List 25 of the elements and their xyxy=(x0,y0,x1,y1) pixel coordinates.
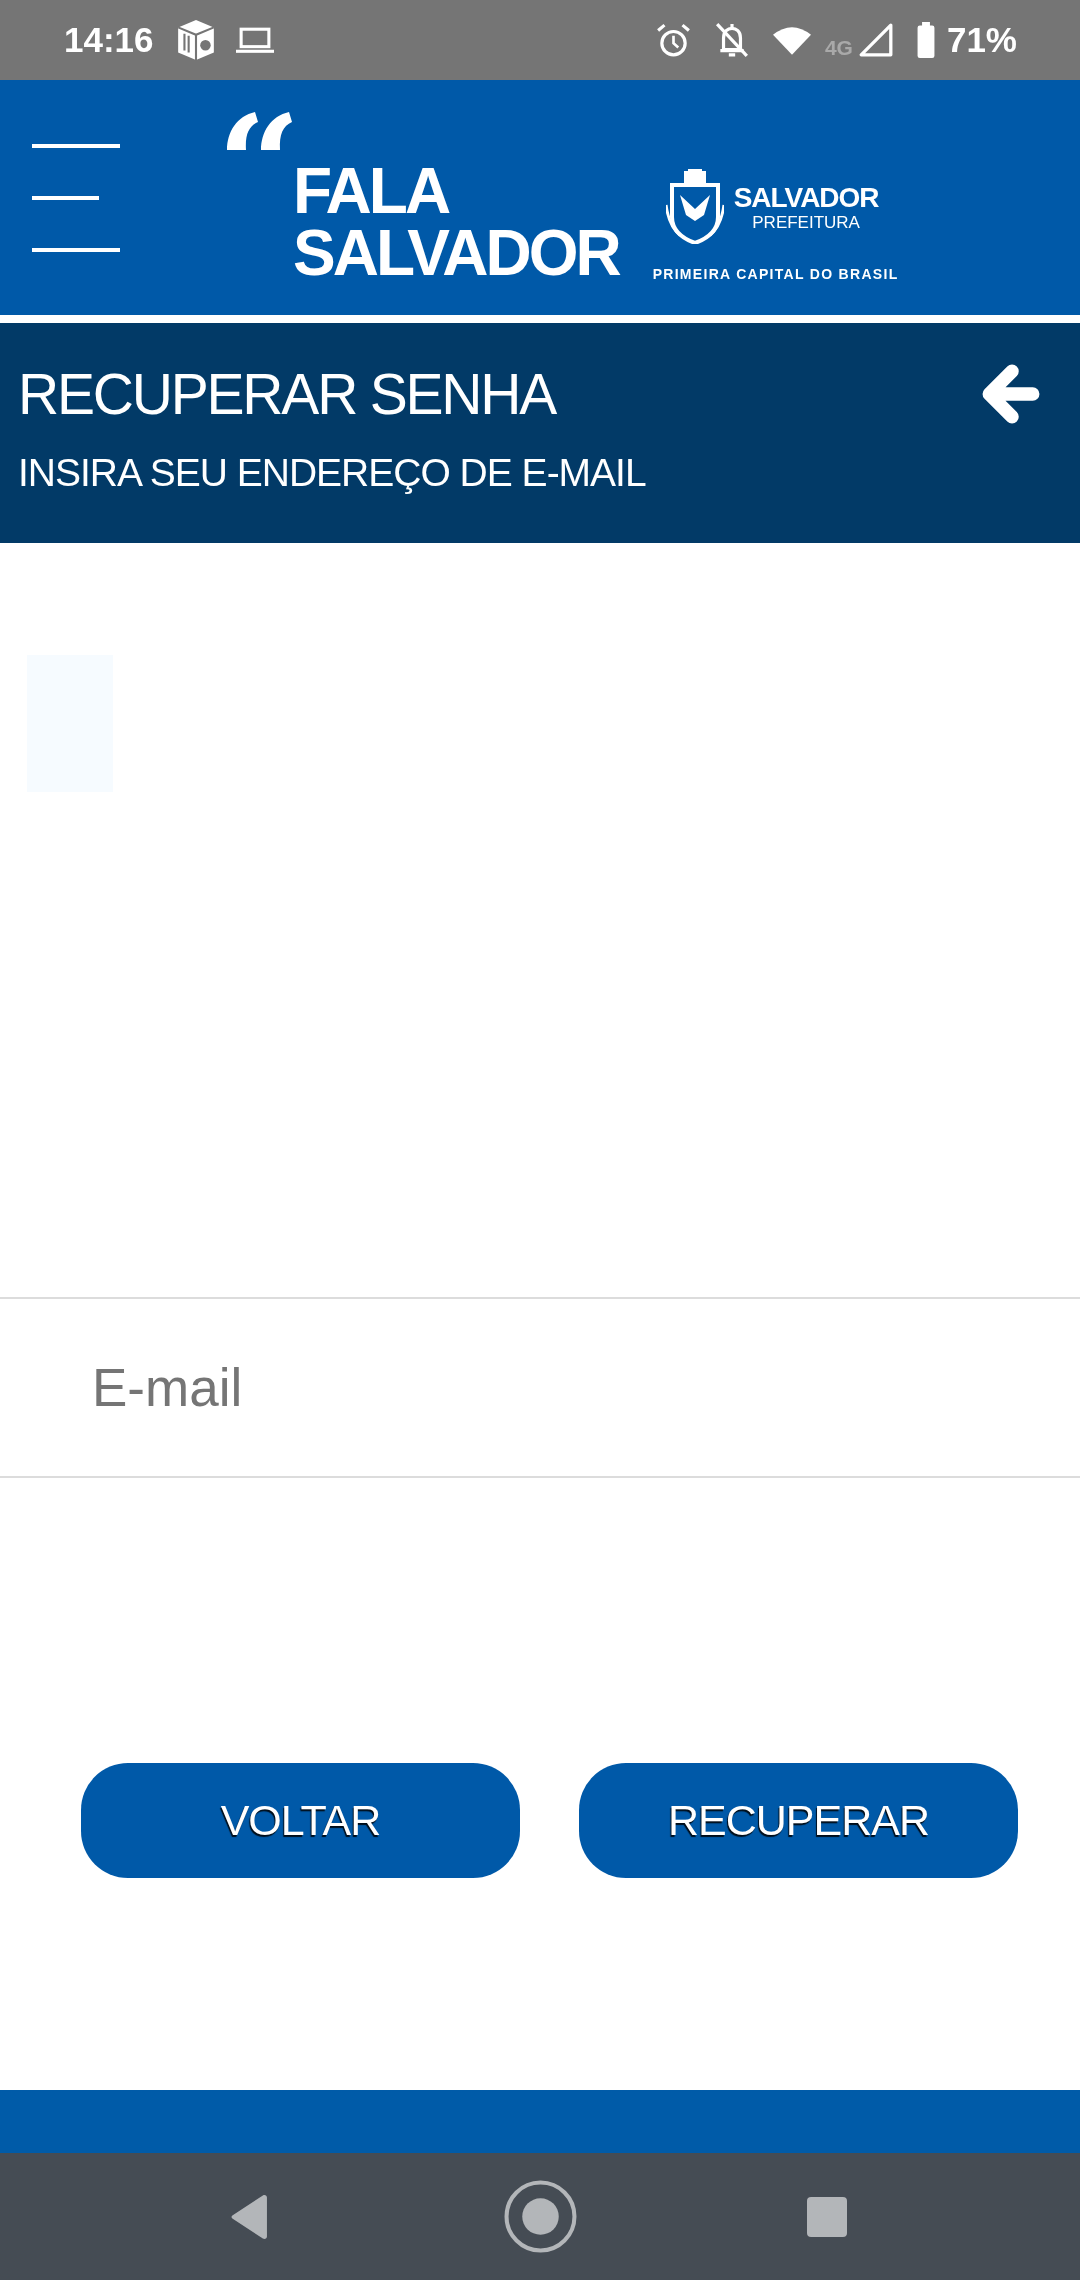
home-icon[interactable] xyxy=(504,2180,577,2253)
cube-icon xyxy=(175,19,216,61)
back-action-button[interactable]: VOLTAR xyxy=(81,1763,520,1878)
menu-icon[interactable] xyxy=(32,143,120,252)
arrow-left-icon[interactable] xyxy=(981,364,1041,424)
bell-off-icon xyxy=(714,22,749,58)
page-title: RECUPERAR SENHA xyxy=(18,361,556,428)
recover-button[interactable]: RECUPERAR xyxy=(579,1763,1018,1878)
battery-percent: 71% xyxy=(946,20,1017,60)
battery-icon xyxy=(916,22,935,58)
back-icon[interactable] xyxy=(230,2193,269,2240)
alarm-clock-icon xyxy=(655,22,691,58)
email-field[interactable]: E-mail xyxy=(0,1297,1080,1478)
wifi-icon xyxy=(772,25,811,55)
crest-icon xyxy=(665,168,724,244)
city-tagline: PRIMEIRA CAPITAL DO BRASIL xyxy=(652,265,899,282)
logo-wordmark-line: FALA xyxy=(293,159,450,222)
laptop-icon xyxy=(235,26,274,54)
city-subtitle: PREFEITURA xyxy=(752,212,860,232)
status-time: 14:16 xyxy=(64,20,154,60)
page-subtitle: INSIRA SEU ENDEREÇO DE E-MAIL xyxy=(18,450,647,496)
signal-icon xyxy=(858,23,893,57)
recent-apps-icon[interactable] xyxy=(807,2196,847,2237)
city-name: SALVADOR xyxy=(733,182,879,213)
logo-wordmark-line: SALVADOR xyxy=(293,221,619,284)
